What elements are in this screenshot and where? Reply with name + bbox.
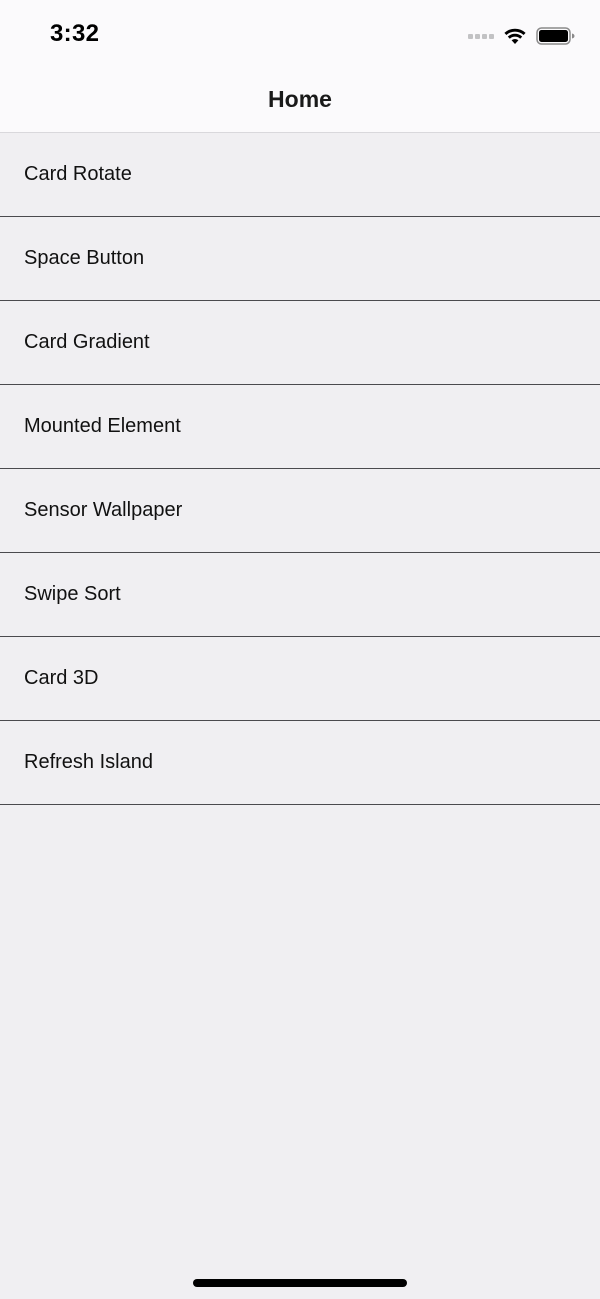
list-item-mounted-element[interactable]: Mounted Element bbox=[0, 385, 600, 469]
list-item-card-gradient[interactable]: Card Gradient bbox=[0, 301, 600, 385]
list-item-label: Card Rotate bbox=[24, 163, 132, 185]
list-item-label: Card 3D bbox=[24, 667, 99, 689]
list-item-swipe-sort[interactable]: Swipe Sort bbox=[0, 553, 600, 637]
list-item-label: Card Gradient bbox=[24, 331, 150, 353]
list-item-sensor-wallpaper[interactable]: Sensor Wallpaper bbox=[0, 469, 600, 553]
list-item-label: Mounted Element bbox=[24, 415, 181, 437]
status-icons bbox=[468, 24, 576, 48]
menu-list: Card Rotate Space Button Card Gradient M… bbox=[0, 133, 600, 805]
wifi-icon bbox=[504, 28, 526, 44]
list-item-label: Swipe Sort bbox=[24, 583, 121, 605]
list-item-label: Sensor Wallpaper bbox=[24, 499, 183, 521]
cellular-signal-icon bbox=[468, 33, 494, 39]
home-indicator[interactable] bbox=[193, 1279, 407, 1287]
list-item-space-button[interactable]: Space Button bbox=[0, 217, 600, 301]
battery-icon bbox=[536, 27, 575, 45]
app-screen: 3:32 Home Card Rotate Space Button Card … bbox=[0, 0, 600, 1299]
list-item-label: Refresh Island bbox=[24, 751, 153, 773]
list-item-card-rotate[interactable]: Card Rotate bbox=[0, 133, 600, 217]
list-item-refresh-island[interactable]: Refresh Island bbox=[0, 721, 600, 805]
status-time: 3:32 bbox=[50, 20, 100, 47]
top-bar: 3:32 Home bbox=[0, 0, 600, 133]
list-item-card-3d[interactable]: Card 3D bbox=[0, 637, 600, 721]
list-item-label: Space Button bbox=[24, 247, 145, 269]
page-title: Home bbox=[268, 86, 332, 112]
